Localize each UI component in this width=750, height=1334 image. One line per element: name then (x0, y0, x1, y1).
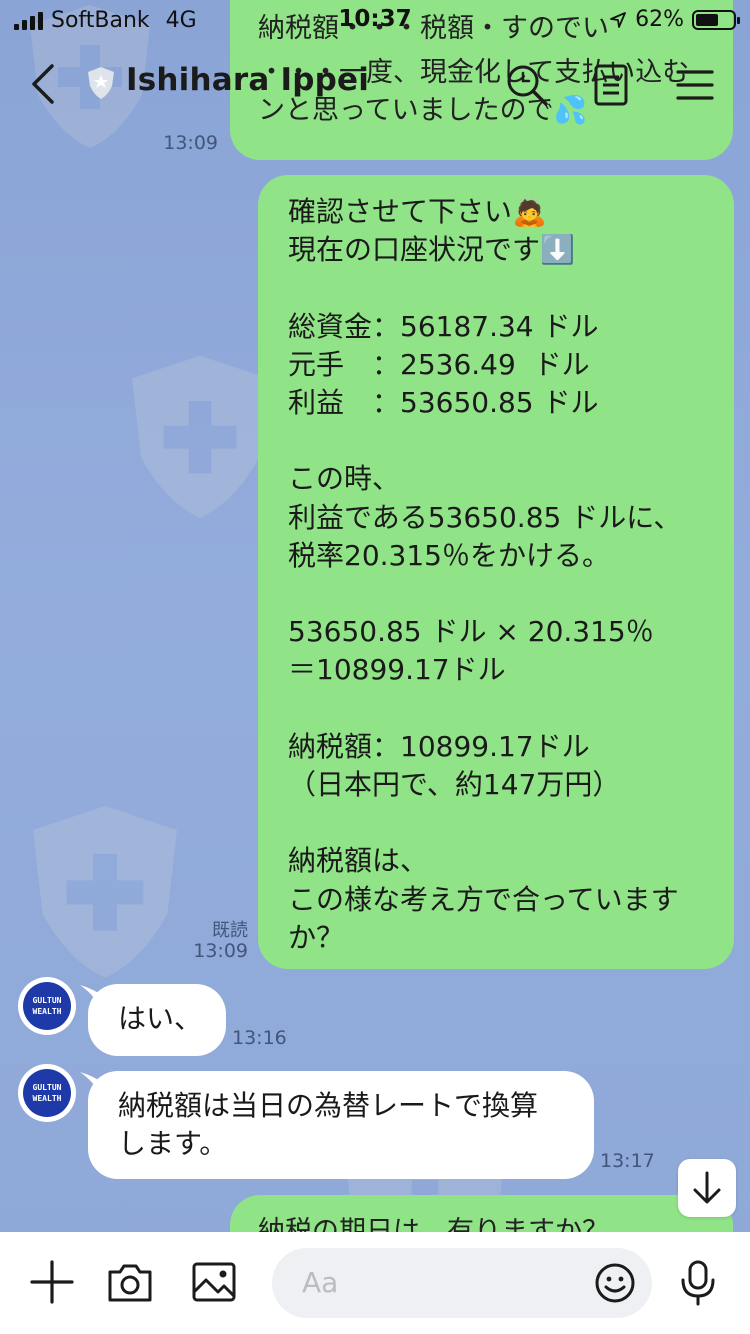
message-input[interactable]: Aa (272, 1248, 652, 1318)
chat-screen: 納税額・・・税額・すのでい ・・・一度、現金化して支払い込む ンと思っていました… (0, 0, 750, 1334)
back-chevron-icon[interactable] (24, 60, 64, 108)
avatar-logo-line: GULTUN (32, 996, 62, 1005)
read-receipt: 既読 (212, 920, 248, 941)
status-bar: SoftBank 4G 10:37 62% (0, 0, 750, 40)
message-input-placeholder: Aa (302, 1266, 339, 1299)
chat-title[interactable]: Ishihara Ippei (126, 62, 369, 98)
battery-icon (692, 9, 740, 30)
avatar-logo-line: GULTUN (32, 1083, 62, 1092)
message-text: はい、 (118, 1002, 203, 1035)
chat-header: Ishihara Ippei (0, 40, 750, 128)
avatar-logo-line: WEALTH (32, 1094, 62, 1103)
microphone-icon[interactable] (674, 1258, 722, 1306)
message-bubble-outgoing[interactable]: 確認させて下さい🙇 現在の口座状況です⬇️ 総資金：56187.34 ドル 元手… (258, 175, 734, 969)
message-bubble-incoming[interactable]: はい、 (88, 984, 226, 1056)
plus-icon[interactable] (28, 1258, 76, 1306)
camera-icon[interactable] (106, 1258, 154, 1306)
watermark-shield-icon (132, 355, 268, 518)
message-timestamp: 13:09 (163, 132, 218, 154)
search-icon[interactable] (504, 62, 550, 108)
location-arrow-icon (610, 11, 626, 28)
shield-badge-icon (88, 67, 114, 99)
message-timestamp: 13:17 (600, 1150, 655, 1172)
message-bubble-incoming[interactable]: 納税額は当日の為替レートで換算 します。 (88, 1071, 594, 1179)
arrow-down-icon (693, 1171, 721, 1204)
battery-percent: 62% (635, 7, 684, 32)
avatar[interactable]: GULTUN WEALTH (18, 1064, 76, 1122)
menu-icon[interactable] (672, 62, 718, 108)
battery-fill (696, 13, 719, 26)
message-input-bar: Aa (0, 1232, 750, 1334)
message-text: 確認させて下さい🙇 現在の口座状況です⬇️ 総資金：56187.34 ドル 元手… (288, 195, 682, 954)
watermark-shield-icon (33, 806, 177, 978)
notes-icon[interactable] (588, 62, 634, 108)
image-icon[interactable] (190, 1258, 238, 1306)
avatar-logo-line: WEALTH (32, 1007, 62, 1016)
scroll-to-bottom-button[interactable] (678, 1159, 736, 1217)
avatar[interactable]: GULTUN WEALTH (18, 977, 76, 1035)
message-timestamp: 13:16 (232, 1027, 287, 1049)
emoji-icon[interactable] (592, 1260, 638, 1306)
message-timestamp: 13:09 (193, 940, 248, 962)
message-text: 納税額は当日の為替レートで換算 します。 (118, 1089, 539, 1160)
